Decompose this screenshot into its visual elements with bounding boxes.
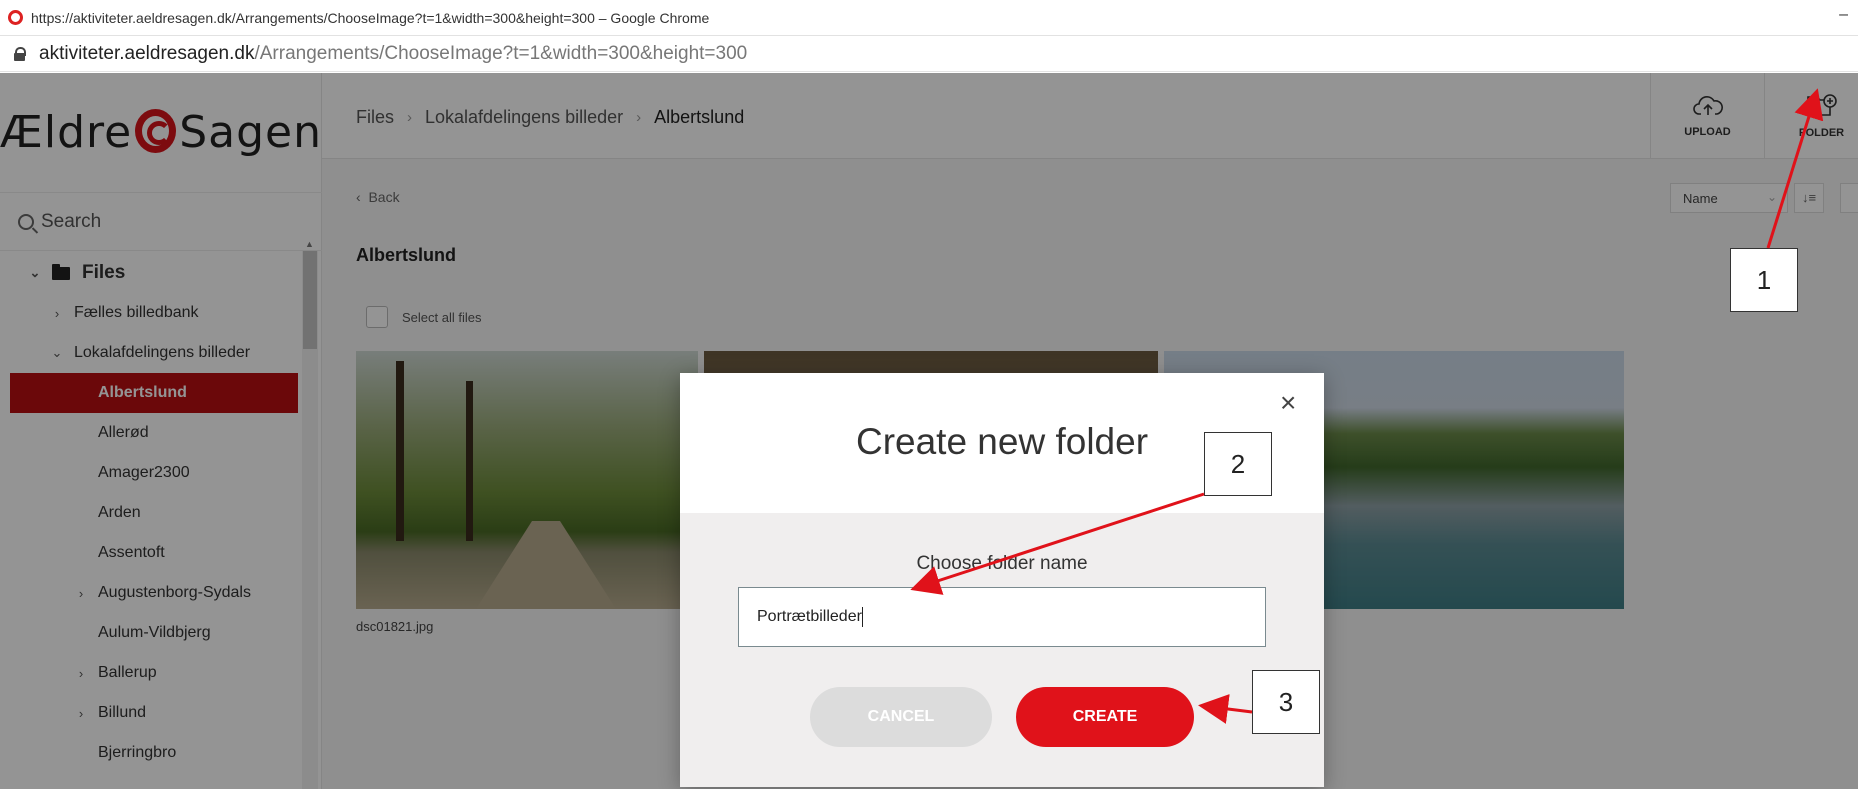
- url-path: /Arrangements/ChooseImage?t=1&width=300&…: [254, 42, 748, 64]
- annotation-callout-2: 2: [1204, 432, 1272, 496]
- folder-name-value: Portrætbilleder: [757, 608, 862, 625]
- url-host: aktiviteter.aeldresagen.dk: [39, 42, 255, 64]
- annotation-callout-1: 1: [1730, 248, 1798, 312]
- window-title: https://aktiviteter.aeldresagen.dk/Arran…: [31, 9, 710, 26]
- address-bar[interactable]: aktiviteter.aeldresagen.dk/Arrangements/…: [0, 36, 1858, 72]
- close-icon[interactable]: ×: [1280, 387, 1296, 419]
- folder-name-label: Choose folder name: [916, 553, 1088, 574]
- folder-name-input[interactable]: Portrætbilleder: [738, 587, 1266, 647]
- text-cursor: [861, 606, 863, 627]
- annotation-callout-3: 3: [1252, 670, 1320, 734]
- create-button[interactable]: CREATE: [1016, 687, 1194, 747]
- lock-icon: [14, 47, 26, 61]
- browser-title-bar: https://aktiviteter.aeldresagen.dk/Arran…: [0, 0, 1858, 36]
- minimize-button[interactable]: –: [1839, 6, 1848, 24]
- cancel-button[interactable]: CANCEL: [810, 687, 992, 747]
- site-favicon-icon: [8, 10, 23, 25]
